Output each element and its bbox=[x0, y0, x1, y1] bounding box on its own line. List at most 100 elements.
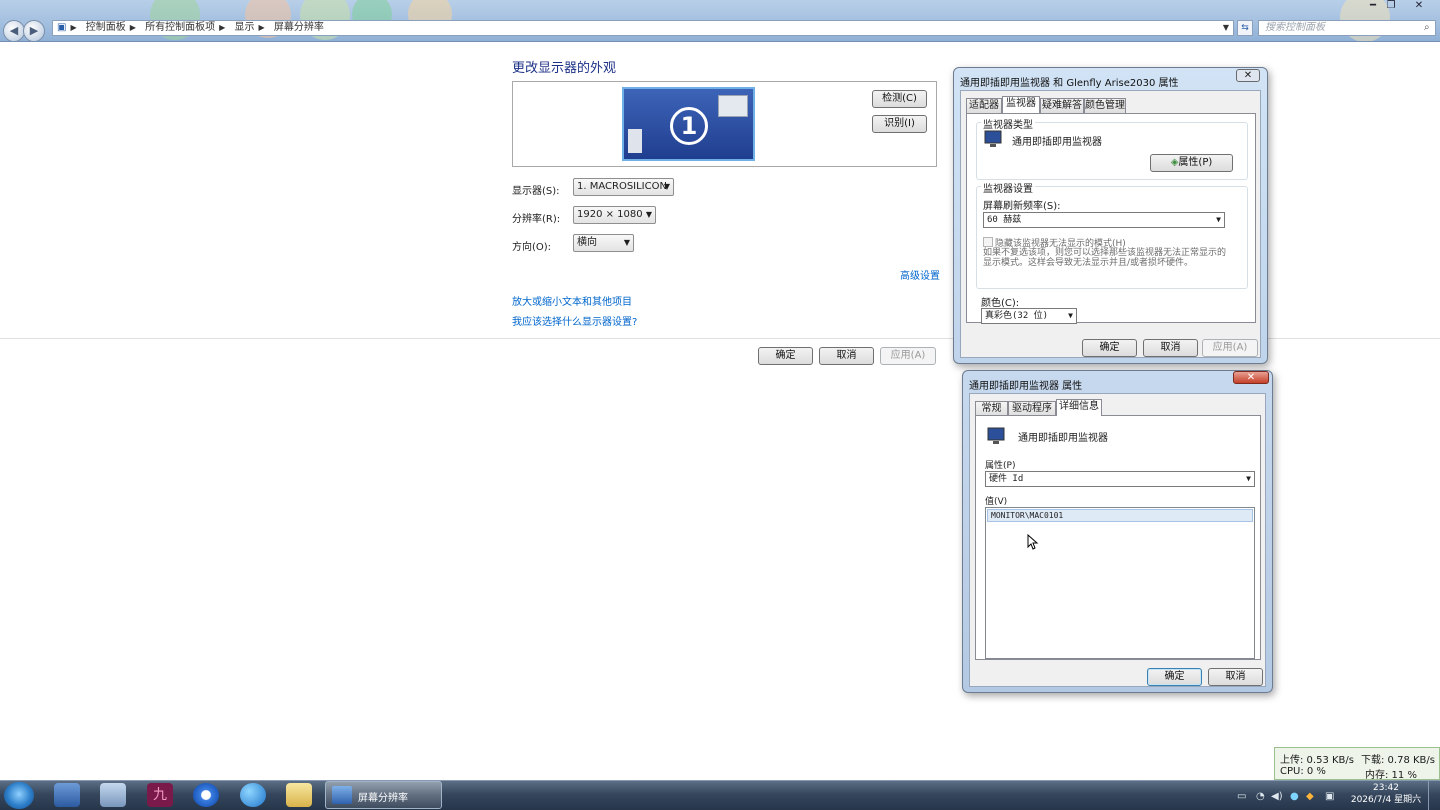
tab-troubleshoot[interactable]: 疑难解答 bbox=[1040, 98, 1084, 113]
browser-icon[interactable] bbox=[240, 783, 266, 807]
tab-color-management[interactable]: 颜色管理 bbox=[1084, 98, 1126, 113]
show-desktop-button[interactable] bbox=[1428, 781, 1440, 810]
text-size-link[interactable]: 放大或缩小文本和其他项目 bbox=[512, 293, 632, 308]
system-clock[interactable]: 23:42 2026/7/4 星期六 bbox=[1348, 782, 1424, 806]
network-monitor-widget: 上传: 0.53 KB/s 下载: 0.78 KB/s CPU: 0 % 内存:… bbox=[1274, 747, 1440, 781]
orientation-select[interactable]: 横向 ▼ bbox=[573, 234, 634, 252]
memory-usage: 内存: 11 % bbox=[1365, 770, 1417, 781]
resolution-value: 1920 × 1080 bbox=[577, 209, 643, 220]
computer-icon[interactable] bbox=[54, 783, 80, 807]
display-settings-icon bbox=[332, 786, 352, 804]
display-label: 显示器(S): bbox=[512, 186, 560, 197]
which-settings-link[interactable]: 我应该选择什么显示器设置? bbox=[512, 313, 637, 328]
monitor-settings-group: 监视器设置 屏幕刷新频率(S): 60 赫兹 ▼ 隐藏该监视器无法显示的模式(H)… bbox=[976, 180, 1248, 289]
refresh-rate-select[interactable]: 60 赫兹 ▼ bbox=[983, 212, 1225, 228]
monitor-type-group: 监视器类型 通用即插即用监视器 ◈属性(P) bbox=[976, 116, 1248, 180]
apply-button[interactable]: 应用(A) bbox=[880, 347, 936, 365]
monitor-icon bbox=[987, 427, 1005, 444]
property-label: 属性(P) bbox=[985, 461, 1016, 471]
value-list[interactable]: MONITOR\MAC0101 bbox=[985, 507, 1255, 659]
tab-monitor[interactable]: 监视器 bbox=[1002, 96, 1040, 113]
monitor-number: 1 bbox=[670, 107, 708, 145]
close-button[interactable]: ✕ bbox=[1410, 0, 1428, 12]
details-tab-panel: 通用即插即用监视器 属性(P) 硬件 Id ▼ 值(V) MONITOR\MAC0… bbox=[975, 415, 1261, 660]
breadcrumb-all-items[interactable]: 所有控制面板项 bbox=[145, 21, 215, 35]
search-input[interactable]: 搜索控制面板 bbox=[1258, 20, 1436, 36]
resolution-label: 分辨率(R): bbox=[512, 214, 561, 225]
dialog-title: 通用即插即用监视器 属性 bbox=[969, 381, 1083, 392]
ok-button[interactable]: 确定 bbox=[1082, 339, 1137, 357]
tab-driver[interactable]: 驱动程序 bbox=[1008, 401, 1056, 416]
address-dropdown-icon[interactable]: ▼ bbox=[1223, 21, 1229, 35]
cancel-button[interactable]: 取消 bbox=[819, 347, 874, 365]
refresh-rate-value: 60 赫兹 bbox=[987, 215, 1022, 225]
clock-date: 2026/7/4 星期六 bbox=[1350, 795, 1422, 805]
dialog-body: 常规 驱动程序 详细信息 通用即插即用监视器 属性(P) 硬件 Id ▼ 值(V)… bbox=[969, 393, 1266, 687]
notification-icon[interactable]: ◔ bbox=[1256, 791, 1265, 802]
keyboard-icon[interactable]: ▭ bbox=[1237, 791, 1246, 802]
list-item[interactable]: MONITOR\MAC0101 bbox=[987, 509, 1253, 522]
search-icon: ⌕ bbox=[1424, 22, 1430, 33]
ok-button[interactable]: 确定 bbox=[1147, 668, 1202, 686]
cancel-button[interactable]: 取消 bbox=[1208, 668, 1263, 686]
folder-icon[interactable] bbox=[286, 783, 312, 807]
cpu-usage: CPU: 0 % bbox=[1280, 766, 1326, 777]
properties-button[interactable]: ◈属性(P) bbox=[1150, 154, 1233, 172]
minimize-button[interactable]: ━ bbox=[1364, 0, 1382, 12]
tab-adapter[interactable]: 适配器 bbox=[966, 98, 1002, 113]
app-icon[interactable]: 九 bbox=[147, 783, 173, 807]
refresh-icon[interactable]: ⇆ bbox=[1237, 20, 1253, 36]
close-icon[interactable]: ✕ bbox=[1233, 371, 1269, 384]
tab-details[interactable]: 详细信息 bbox=[1056, 399, 1102, 416]
orientation-value: 横向 bbox=[577, 237, 597, 248]
cancel-button[interactable]: 取消 bbox=[1143, 339, 1198, 357]
network-icon[interactable] bbox=[100, 783, 126, 807]
resolution-select[interactable]: 1920 × 1080 ▼ bbox=[573, 206, 656, 224]
ok-button[interactable]: 确定 bbox=[758, 347, 813, 365]
start-button[interactable] bbox=[4, 782, 34, 809]
network-tray-icon[interactable]: ▣ bbox=[1325, 791, 1334, 802]
taskbar-item-screen-resolution[interactable]: 屏幕分辨率 bbox=[325, 781, 442, 809]
monitor-icon bbox=[984, 130, 1002, 147]
taskbar-item-label: 屏幕分辨率 bbox=[358, 793, 408, 804]
control-panel-icon: ▣ bbox=[57, 22, 67, 33]
window-thumbnail-icon bbox=[628, 129, 642, 153]
tab-general[interactable]: 常规 bbox=[975, 401, 1008, 416]
advanced-settings-link[interactable]: 高级设置 bbox=[900, 267, 940, 282]
colors-select[interactable]: 真彩色(32 位) ▼ bbox=[981, 308, 1077, 324]
upload-speed: 上传: 0.53 KB/s bbox=[1280, 755, 1354, 766]
close-icon[interactable]: ✕ bbox=[1236, 69, 1260, 82]
property-select[interactable]: 硬件 Id ▼ bbox=[985, 471, 1255, 487]
breadcrumb-control-panel[interactable]: 控制面板 bbox=[86, 21, 126, 35]
breadcrumb-screen-resolution[interactable]: 屏幕分辨率 bbox=[274, 21, 324, 35]
breadcrumb-display[interactable]: 显示 bbox=[234, 21, 254, 35]
orientation-label: 方向(O): bbox=[512, 242, 552, 253]
apply-button[interactable]: 应用(A) bbox=[1202, 339, 1258, 357]
volume-icon[interactable]: ◀) bbox=[1271, 791, 1283, 802]
back-button[interactable]: ◀ bbox=[3, 20, 25, 41]
display-select[interactable]: 1. MACROSILICON ▼ bbox=[573, 178, 674, 196]
shield-icon[interactable]: ◆ bbox=[1306, 791, 1314, 802]
value-label: 值(V) bbox=[985, 497, 1008, 507]
hide-modes-note: 如果不复选该项，则您可以选择那些该监视器无法正常显示的显示模式。这样会导致无法显… bbox=[983, 248, 1227, 268]
address-bar[interactable]: ▣ ▶ 控制面板 ▶ 所有控制面板项 ▶ 显示 ▶ 屏幕分辨率 ▼ bbox=[52, 20, 1234, 36]
page-title: 更改显示器的外观 bbox=[512, 61, 617, 76]
chevron-down-icon: ▼ bbox=[645, 210, 652, 219]
maximize-button[interactable]: ❐ bbox=[1382, 0, 1400, 12]
detect-button[interactable]: 检测(C) bbox=[872, 90, 927, 108]
dialog-title: 通用即插即用监视器 和 Glenfly Arise2030 属性 bbox=[960, 78, 1179, 89]
window-thumbnail-icon bbox=[718, 95, 748, 117]
clock-time: 23:42 bbox=[1373, 783, 1399, 793]
chevron-down-icon: ▼ bbox=[623, 238, 630, 247]
chevron-down-icon: ▼ bbox=[1216, 215, 1221, 224]
colors-value: 真彩色(32 位) bbox=[985, 311, 1049, 321]
monitor-1-tile[interactable]: 1 bbox=[622, 87, 755, 161]
forward-button[interactable]: ▶ bbox=[23, 20, 45, 41]
identify-button[interactable]: 识别(I) bbox=[872, 115, 927, 133]
browser-icon[interactable] bbox=[193, 783, 219, 807]
colors-label: 颜色(C): bbox=[981, 298, 1020, 309]
cloud-icon[interactable]: ● bbox=[1290, 791, 1299, 802]
chevron-down-icon: ▼ bbox=[663, 182, 670, 191]
hide-modes-checkbox[interactable] bbox=[983, 237, 993, 247]
download-speed: 下载: 0.78 KB/s bbox=[1361, 755, 1435, 766]
